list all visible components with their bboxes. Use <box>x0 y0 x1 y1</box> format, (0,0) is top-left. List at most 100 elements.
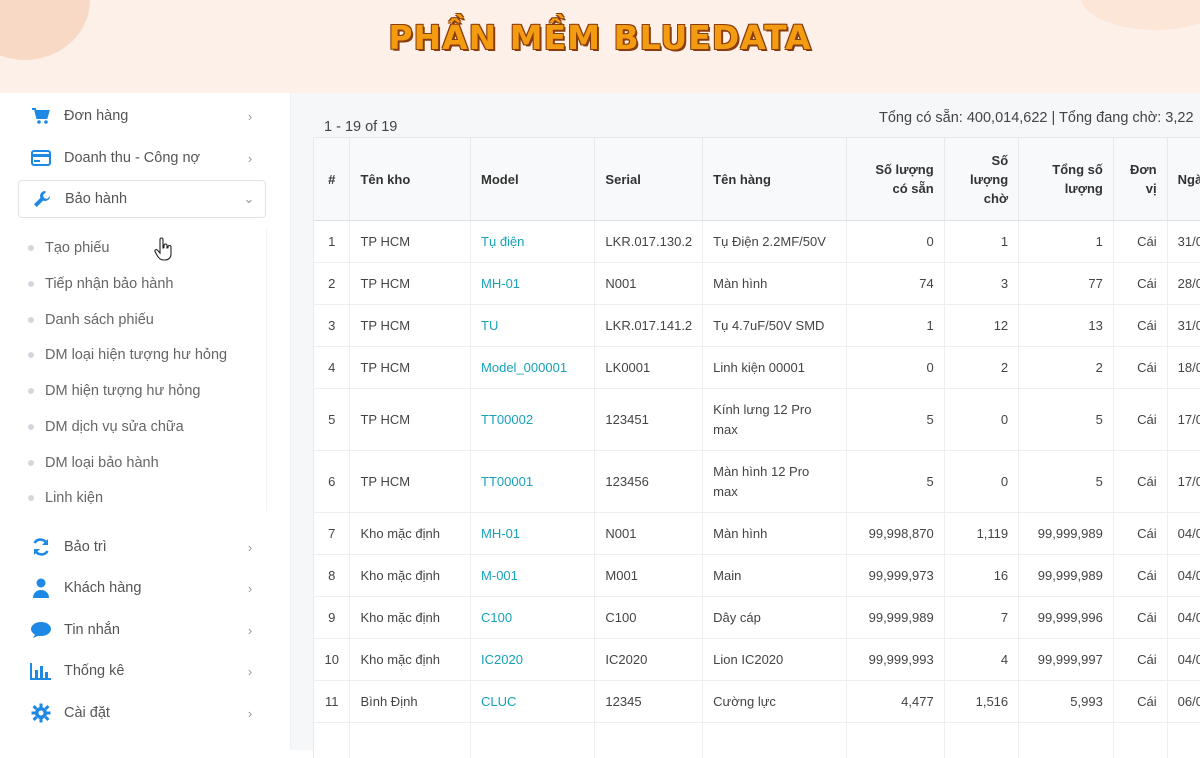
table-cell: LK0001 <box>595 347 703 389</box>
model-link[interactable]: TT00002 <box>471 389 595 451</box>
table-row[interactable]: 9Kho mặc địnhC100C100Dây cáp99,999,98979… <box>314 597 1200 639</box>
model-link[interactable]: IC2020 <box>471 639 595 681</box>
table-cell: 5 <box>1019 389 1114 451</box>
table-row[interactable]: 7Kho mặc địnhMH-01N001Màn hình99,998,870… <box>314 513 1200 555</box>
table-row[interactable]: 1TP HCMTụ điệnLKR.017.130.2Tụ Điện 2.2MF… <box>314 221 1200 263</box>
table-cell: 77 <box>1019 263 1114 305</box>
submenu-item-damage-type[interactable]: DM loại hiện tượng hư hỏng <box>28 341 227 369</box>
column-header[interactable]: # <box>314 138 350 221</box>
table-cell: 2 <box>944 347 1018 389</box>
table-cell: 1,516 <box>944 681 1018 723</box>
bullet-icon <box>28 388 34 394</box>
submenu-item-components[interactable]: Linh kiện <box>28 484 103 512</box>
table-cell: TP HCM <box>350 305 471 347</box>
stock-totals: Tổng có sẵn: 400,014,622 | Tổng đang chờ… <box>879 110 1194 126</box>
table-row[interactable]: 6TP HCMTT00001123456Màn hình 12 Pro max5… <box>314 451 1200 513</box>
table-cell: 1 <box>1019 221 1114 263</box>
table-cell: TP HCM <box>350 389 471 451</box>
table-cell: 1 <box>314 221 350 263</box>
sidebar-item-settings[interactable]: Cài đặt › <box>18 694 266 732</box>
table-cell <box>595 723 703 758</box>
column-header[interactable]: Đơn vị <box>1113 138 1167 221</box>
model-link[interactable]: TT00001 <box>471 451 595 513</box>
table-cell: Cái <box>1113 305 1167 347</box>
chevron-right-icon: › <box>240 664 260 679</box>
table-cell: 99,999,989 <box>1019 555 1114 597</box>
table-cell: LKR.017.130.2 <box>595 221 703 263</box>
table-cell: Cái <box>1113 597 1167 639</box>
column-header[interactable]: Model <box>471 138 595 221</box>
sidebar-item-customers[interactable]: Khách hàng › <box>18 569 266 607</box>
table-cell: M001 <box>595 555 703 597</box>
table-row[interactable]: 2TP HCMMH-01N001Màn hình74377Cái28/0 <box>314 263 1200 305</box>
table-cell: Màn hình <box>703 513 847 555</box>
table-cell: 3 <box>944 263 1018 305</box>
table-row[interactable]: 5TP HCMTT00002123451Kính lưng 12 Pro max… <box>314 389 1200 451</box>
table-row[interactable]: 10Kho mặc địnhIC2020IC2020Lion IC202099,… <box>314 639 1200 681</box>
table-cell: Kho mặc định <box>350 513 471 555</box>
submenu-item-damage[interactable]: DM hiện tượng hư hỏng <box>28 377 200 405</box>
table-row[interactable]: 4TP HCMModel_000001LK0001Linh kiện 00001… <box>314 347 1200 389</box>
table-cell: Cái <box>1113 389 1167 451</box>
wrench-icon <box>31 189 53 209</box>
sidebar-item-label: Đơn hàng <box>64 108 240 124</box>
table-cell: N001 <box>595 513 703 555</box>
table-cell: 0 <box>847 221 945 263</box>
table-cell: N001 <box>595 263 703 305</box>
model-link[interactable]: CLUC <box>471 681 595 723</box>
column-header[interactable]: Tên hàng <box>703 138 847 221</box>
sidebar-item-statistics[interactable]: Thống kê › <box>18 652 266 690</box>
chat-icon <box>30 620 52 640</box>
table-cell: Màn hình 12 Pro max <box>703 451 847 513</box>
column-header[interactable]: Số lượng chờ <box>944 138 1018 221</box>
sidebar-item-label: Thống kê <box>64 663 240 679</box>
table-cell: Cái <box>1113 681 1167 723</box>
model-link[interactable]: MH-01 <box>471 263 595 305</box>
bullet-icon <box>28 424 34 430</box>
table-cell: Linh kiện 00001 <box>703 347 847 389</box>
table-cell: 28/0 <box>1167 263 1200 305</box>
submenu-item-repair-service[interactable]: DM dịch vụ sửa chữa <box>28 413 184 441</box>
model-link[interactable]: MH-01 <box>471 513 595 555</box>
table-cell <box>944 723 1018 758</box>
model-link[interactable]: C100 <box>471 597 595 639</box>
table-header-row: # Tên kho Model Serial Tên hàng Số lượng… <box>314 138 1200 221</box>
table-cell: Tụ Điện 2.2MF/50V <box>703 221 847 263</box>
table-cell: Tụ 4.7uF/50V SMD <box>703 305 847 347</box>
column-header[interactable]: Tên kho <box>350 138 471 221</box>
table-cell: 31/0 <box>1167 305 1200 347</box>
table-row[interactable] <box>314 723 1200 758</box>
inventory-table: # Tên kho Model Serial Tên hàng Số lượng… <box>313 137 1200 758</box>
table-cell: TP HCM <box>350 221 471 263</box>
table-cell: 8 <box>314 555 350 597</box>
submenu-item-create-ticket[interactable]: Tạo phiếu <box>28 234 110 262</box>
sidebar-item-label: Bảo trì <box>64 539 240 555</box>
model-link[interactable]: Tụ điện <box>471 221 595 263</box>
table-row[interactable]: 11Bình ĐịnhCLUC12345Cường lực4,4771,5165… <box>314 681 1200 723</box>
table-cell: 5 <box>847 389 945 451</box>
table-row[interactable]: 3TP HCMTULKR.017.141.2Tụ 4.7uF/50V SMD11… <box>314 305 1200 347</box>
sidebar-item-messages[interactable]: Tin nhắn › <box>18 611 266 649</box>
table-cell: TP HCM <box>350 451 471 513</box>
table-row[interactable]: 8Kho mặc địnhM-001M001Main99,999,9731699… <box>314 555 1200 597</box>
sidebar-item-maintenance[interactable]: Bảo trì › <box>18 528 266 566</box>
column-header[interactable]: Serial <box>595 138 703 221</box>
column-header[interactable]: Số lượng có sẵn <box>847 138 945 221</box>
sidebar-item-warranty[interactable]: Bảo hành ⌄ <box>18 180 266 218</box>
column-header[interactable]: Ngà <box>1167 138 1200 221</box>
table-cell <box>350 723 471 758</box>
submenu-item-warranty-type[interactable]: DM loại bảo hành <box>28 449 159 477</box>
sidebar-item-revenue[interactable]: Doanh thu - Công nợ › <box>18 139 266 177</box>
table-cell: 04/0 <box>1167 513 1200 555</box>
model-link[interactable]: TU <box>471 305 595 347</box>
bullet-icon <box>28 281 34 287</box>
sidebar-item-orders[interactable]: Đơn hàng › <box>18 97 266 135</box>
submenu-item-receive-warranty[interactable]: Tiếp nhận bảo hành <box>28 270 173 298</box>
column-header[interactable]: Tổng số lượng <box>1019 138 1114 221</box>
model-link[interactable]: M-001 <box>471 555 595 597</box>
submenu-item-ticket-list[interactable]: Danh sách phiếu <box>28 306 154 334</box>
gear-icon <box>30 703 52 723</box>
model-link[interactable]: Model_000001 <box>471 347 595 389</box>
table-cell: 3 <box>314 305 350 347</box>
model-link[interactable] <box>471 723 595 758</box>
